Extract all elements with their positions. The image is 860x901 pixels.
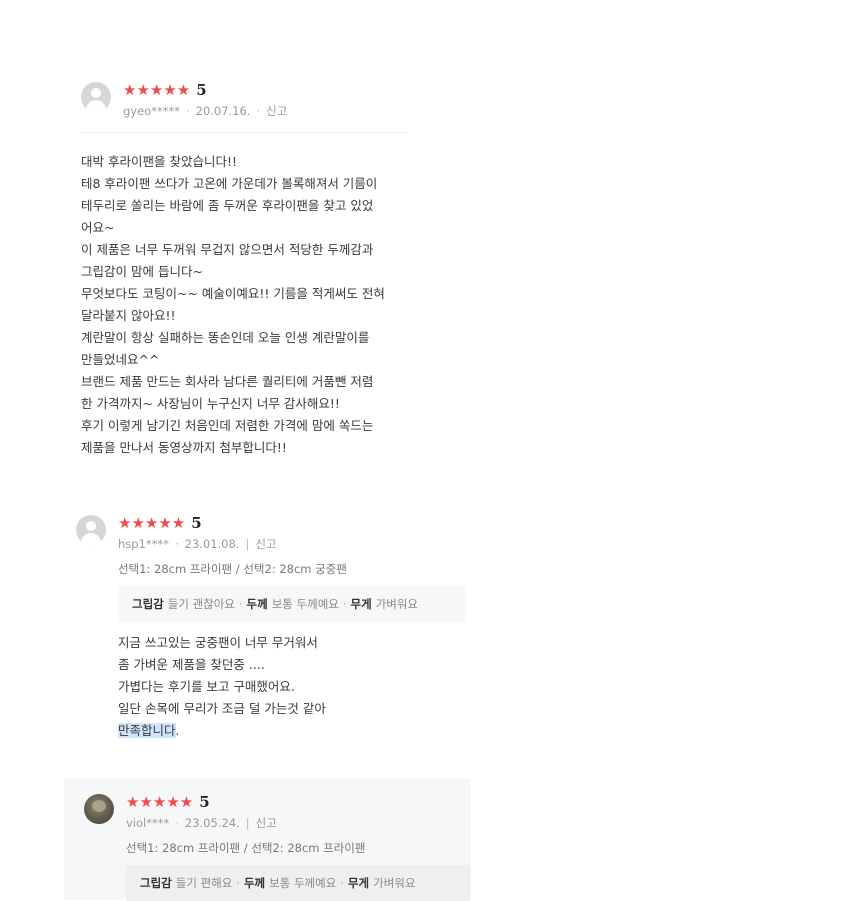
review-line: 좀 가벼운 제품을 찾던중 .... bbox=[118, 657, 265, 672]
rating-score: 5 bbox=[191, 514, 202, 532]
review-line: 지금 쓰고있는 궁중팬이 너무 무거워서 bbox=[118, 635, 318, 650]
review-user: gyeo***** bbox=[123, 104, 180, 118]
attr-value: 보통 두께예요 bbox=[271, 597, 339, 611]
star-rating: ★★★★★ bbox=[118, 514, 186, 532]
report-link[interactable]: 신고 bbox=[255, 537, 276, 551]
selected-text: 만족합니다 bbox=[118, 723, 176, 738]
review-line: 일단 손목에 무리가 조금 덜 가는것 같아 bbox=[118, 701, 326, 716]
review-text: 대박 후라이팬을 찾았습니다!! 테8 후라이팬 쓰다가 고온에 가운데가 볼록… bbox=[81, 151, 385, 459]
report-link[interactable]: 신고 bbox=[256, 816, 277, 830]
star-rating: ★★★★★ bbox=[126, 793, 194, 811]
avatar bbox=[81, 82, 111, 112]
review-line: 제품을 만나서 동영상까지 첨부합니다!! bbox=[81, 440, 287, 455]
attr-value: 가벼워요 bbox=[373, 876, 416, 890]
attr-name: 무게 bbox=[347, 876, 370, 890]
review-line: 이 제품은 너무 두꺼워 무겁지 않으면서 적당한 두께감과 bbox=[81, 242, 374, 257]
review-line: 후기 이렇게 남기긴 처음인데 저렴한 가격에 맘에 쏙드는 bbox=[81, 418, 374, 433]
avatar bbox=[76, 515, 106, 545]
review-line: 테8 후라이팬 쓰다가 고온에 가운데가 볼록해져서 기름이 bbox=[81, 176, 378, 191]
attr-value: 들기 편해요 bbox=[175, 876, 233, 890]
attr-name: 두께 bbox=[243, 876, 266, 890]
review-line: 무엇보다도 코팅이~~ 예술이예요!! 기름을 적게써도 전혀 bbox=[81, 286, 385, 301]
review-date: 23.05.24. bbox=[184, 816, 240, 830]
rating-score: 5 bbox=[196, 81, 207, 99]
avatar bbox=[84, 794, 114, 824]
review-line: 달라붙지 않아요!! bbox=[81, 308, 176, 323]
review-line: 한 가격까지~ 사장님이 누구신지 너무 감사해요!! bbox=[81, 396, 340, 411]
star-rating: ★★★★★ bbox=[123, 81, 191, 99]
attr-value: 가벼워요 bbox=[375, 597, 419, 611]
attr-name: 무게 bbox=[350, 597, 372, 611]
review-text: 지금 쓰고있는 궁중팬이 너무 무거워서 좀 가벼운 제품을 찾던중 .... … bbox=[118, 632, 326, 742]
review-line: 테두리로 쏠리는 바람에 좀 두꺼운 후라이팬을 찾고 있었 bbox=[81, 198, 374, 213]
review-attributes: 그립감 들기 괜찮아요 · 두께 보통 두께예요 · 무게 가벼워요 bbox=[118, 586, 466, 622]
purchase-option: 선택1: 28cm 프라이팬 / 선택2: 28cm 궁중팬 bbox=[118, 562, 347, 576]
review-line: 만들었네요^^ bbox=[81, 352, 160, 367]
attr-name: 그립감 bbox=[132, 597, 164, 611]
review-line: 계란말이 항상 실패하는 똥손인데 오늘 인생 계란말이를 bbox=[81, 330, 370, 345]
review-line: 브랜드 제품 만드는 회사라 남다른 퀄리티에 거품뺀 저렴 bbox=[81, 374, 374, 389]
attr-value: 보통 두께예요 bbox=[269, 876, 337, 890]
review-attributes: 그립감 들기 편해요 · 두께 보통 두께예요 · 무게 가벼워요 bbox=[126, 865, 470, 901]
attr-name: 그립감 bbox=[140, 876, 172, 890]
purchase-option: 선택1: 28cm 프라이팬 / 선택2: 28cm 프라이팬 bbox=[126, 841, 366, 855]
review-line: 대박 후라이팬을 찾았습니다!! bbox=[81, 154, 237, 169]
review-user: viol**** bbox=[126, 816, 170, 830]
attr-value: 들기 괜찮아요 bbox=[167, 597, 235, 611]
review-line: 만족합니다. bbox=[118, 723, 180, 738]
review-line: 가볍다는 후기를 보고 구매했어요. bbox=[118, 679, 295, 694]
rating-score: 5 bbox=[199, 793, 210, 811]
review-line: 그립감이 맘에 듭니다~ bbox=[81, 264, 203, 279]
review-line: 어요~ bbox=[81, 220, 115, 235]
review-user: hsp1**** bbox=[118, 537, 169, 551]
divider bbox=[81, 132, 407, 133]
review-date: 20.07.16. bbox=[195, 104, 251, 118]
review-date: 23.01.08. bbox=[184, 537, 240, 551]
report-link[interactable]: 신고 bbox=[266, 104, 287, 118]
attr-name: 두께 bbox=[246, 597, 268, 611]
